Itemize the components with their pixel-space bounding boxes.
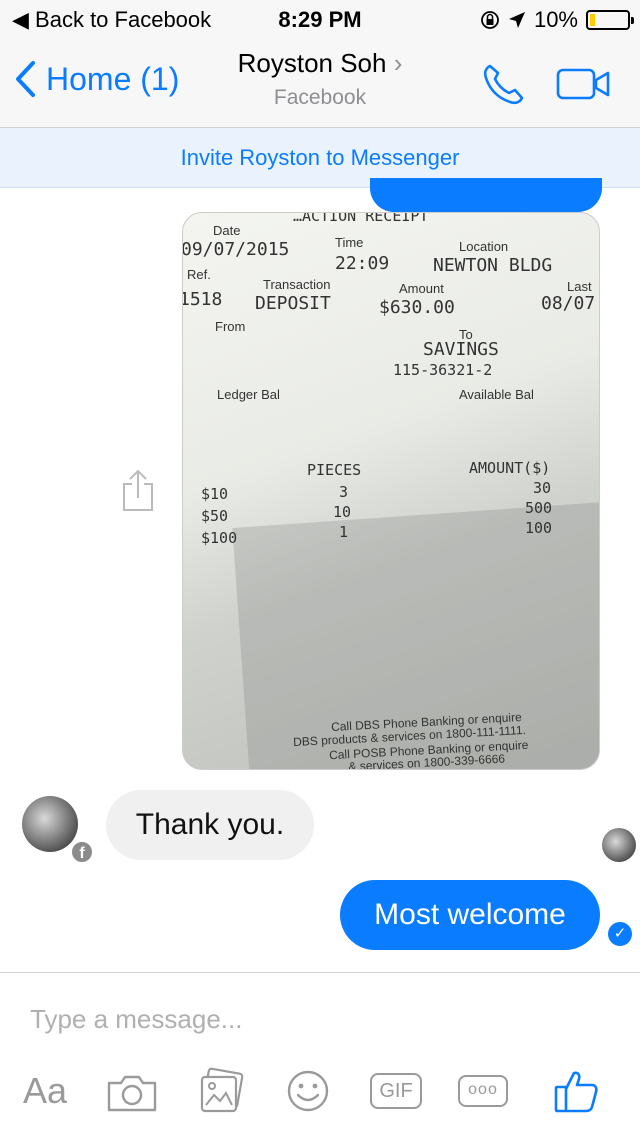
status-right: 10% [480,7,634,33]
facebook-badge-icon: f [70,840,94,864]
receipt-amount-label: Amount [399,281,444,296]
photo-icon[interactable] [198,1067,246,1115]
receipt-last-label: Last [567,279,592,294]
receipt-row-amount: 30 [533,479,552,497]
receipt-row-pieces: 10 [333,503,352,521]
battery-percent: 10% [533,7,578,32]
receipt-photo[interactable]: …ACTION RECEIPT Date 09/07/2015 Time 22:… [182,212,600,770]
home-back-button[interactable]: Home (1) [14,60,179,98]
receipt-last: 08/07 [541,293,596,314]
phone-icon[interactable] [480,62,526,108]
contact-name[interactable]: Royston Soh › [180,48,460,79]
receipt-row-denom: $100 [201,529,238,547]
delivered-check-icon: ✓ [608,922,632,946]
receipt-to-account-type: SAVINGS [423,339,499,360]
receipt-transaction-label: Transaction [263,277,331,292]
text-format-button[interactable]: Aa [18,1069,72,1113]
receipt-time-label: Time [335,235,364,250]
receipt-from-label: From [215,319,246,334]
receipt-transaction: DEPOSIT [255,293,331,314]
receipt-amount: $630.00 [379,297,455,318]
receipt-date-label: Date [213,223,241,238]
like-icon[interactable] [552,1067,600,1115]
receipt-ref-label: Ref. [187,267,211,282]
emoji-icon[interactable] [286,1069,330,1113]
chevron-left-icon [16,61,35,97]
battery-icon [586,10,634,30]
more-options-button[interactable]: ooo [458,1075,508,1107]
receipt-date: 09/07/2015 [182,239,290,260]
read-receipt-avatar [602,828,636,862]
chevron-right-icon: › [393,48,403,78]
incoming-message[interactable]: Thank you. [106,790,314,860]
receipt-row-denom: $10 [201,485,229,503]
video-icon[interactable] [556,68,612,102]
message-input[interactable] [30,999,610,1039]
nav-bar: Home (1) Royston Soh › Facebook [0,40,640,128]
receipt-location-label: Location [459,239,509,254]
receipt-row-amount: 500 [525,499,553,517]
receipt-to-account-no: 115-36321-2 [393,361,493,379]
receipt-row-amount: 100 [525,519,553,537]
receipt-row-denom: $50 [201,507,229,525]
rotation-lock-icon [481,11,499,29]
previous-outgoing-bubble [370,178,602,212]
receipt-row-pieces: 3 [339,483,349,501]
receipt-ledger-label: Ledger Bal [217,387,280,402]
receipt-amount-header: AMOUNT($) [469,459,551,477]
gif-button[interactable]: GIF [370,1073,422,1109]
contact-avatar[interactable] [22,796,78,852]
receipt-available-label: Available Bal [459,387,534,402]
outgoing-message[interactable]: Most welcome [340,880,600,950]
share-icon[interactable] [120,468,156,512]
receipt-pieces-header: PIECES [307,461,362,479]
camera-icon[interactable] [106,1073,158,1113]
composer: Aa GIF ooo [0,972,640,1136]
contact-source: Facebook [273,86,367,109]
receipt-row-pieces: 1 [339,523,349,541]
receipt-location: NEWTON BLDG [433,255,553,276]
status-bar: ◀ Back to Facebook 8:29 PM 10% [0,0,640,40]
contact-name-text: Royston Soh [237,48,387,78]
receipt-header: …ACTION RECEIPT [293,212,429,225]
receipt-ref: 1518 [182,289,223,310]
receipt-time: 22:09 [335,253,390,274]
location-arrow-icon [508,12,525,28]
home-label: Home (1) [46,60,180,97]
